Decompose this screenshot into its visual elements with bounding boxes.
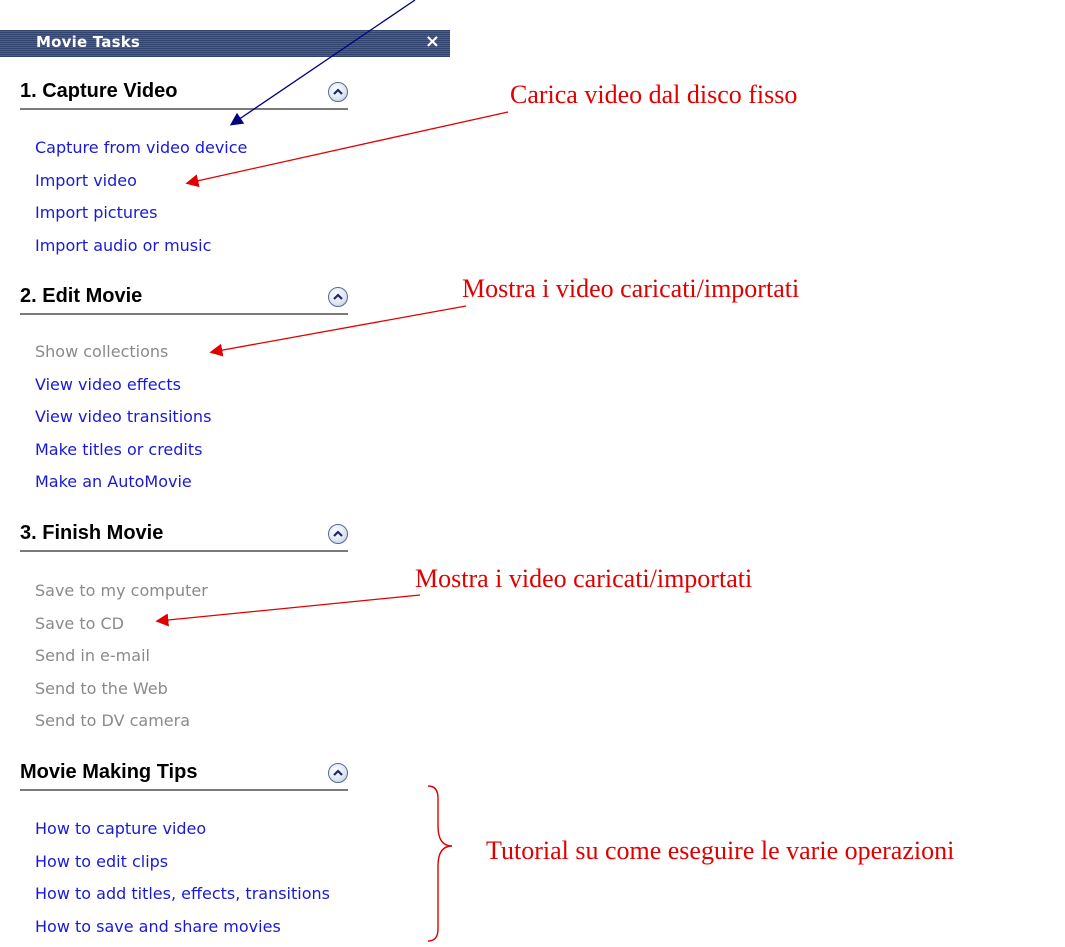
section-title-finish-movie: 3. Finish Movie xyxy=(20,522,164,544)
section-header-finish-movie: 3. Finish Movie xyxy=(20,522,348,552)
section-title-edit-movie: 2. Edit Movie xyxy=(20,285,143,307)
section-header-capture-video: 1. Capture Video xyxy=(20,80,348,110)
link-view-video-transitions[interactable]: View video transitions xyxy=(35,401,211,434)
task-pane-titlebar: Movie Tasks × xyxy=(0,30,450,57)
close-icon[interactable]: × xyxy=(425,31,440,52)
link-import-pictures[interactable]: Import pictures xyxy=(35,197,247,230)
brace-tips xyxy=(427,785,453,942)
link-list-finish-movie: Save to my computer Save to CD Send in e… xyxy=(35,575,208,738)
link-how-to-save-and-share-movies[interactable]: How to save and share movies xyxy=(35,911,330,944)
link-how-to-capture-video[interactable]: How to capture video xyxy=(35,813,330,846)
link-list-edit-movie: Show collections View video effects View… xyxy=(35,336,211,499)
link-send-to-the-web: Send to the Web xyxy=(35,678,168,698)
link-how-to-edit-clips[interactable]: How to edit clips xyxy=(35,846,330,879)
annotation-import-video: Carica video dal disco fisso xyxy=(510,80,798,109)
section-header-edit-movie: 2. Edit Movie xyxy=(20,285,348,315)
link-save-to-cd: Save to CD xyxy=(35,613,124,633)
link-import-video[interactable]: Import video xyxy=(35,165,247,198)
link-capture-from-video-device[interactable]: Capture from video device xyxy=(35,132,247,165)
link-send-to-dv-camera: Send to DV camera xyxy=(35,711,191,730)
annotation-show-collections: Mostra i video caricati/importati xyxy=(462,274,800,303)
task-pane-title: Movie Tasks xyxy=(36,33,140,51)
link-view-video-effects[interactable]: View video effects xyxy=(35,369,211,402)
link-list-movie-making-tips: How to capture video How to edit clips H… xyxy=(35,813,330,943)
chevron-up-icon[interactable] xyxy=(328,524,348,544)
link-save-to-my-computer: Save to my computer xyxy=(35,581,208,600)
link-list-capture-video: Capture from video device Import video I… xyxy=(35,132,247,262)
link-show-collections: Show collections xyxy=(35,342,169,361)
chevron-up-icon[interactable] xyxy=(328,82,348,102)
section-title-capture-video: 1. Capture Video xyxy=(20,80,178,102)
chevron-up-icon[interactable] xyxy=(328,287,348,307)
link-how-to-add-titles-effects-transitions[interactable]: How to add titles, effects, transitions xyxy=(35,878,330,911)
link-import-audio-or-music[interactable]: Import audio or music xyxy=(35,230,247,263)
link-make-titles-or-credits[interactable]: Make titles or credits xyxy=(35,434,211,467)
link-send-in-e-mail: Send in e-mail xyxy=(35,646,150,665)
section-header-movie-making-tips: Movie Making Tips xyxy=(20,761,348,791)
annotation-save-to-cd: Mostra i video caricati/importati xyxy=(415,564,753,593)
link-make-an-automovie[interactable]: Make an AutoMovie xyxy=(35,466,211,499)
section-title-movie-making-tips: Movie Making Tips xyxy=(20,761,198,783)
annotation-tips: Tutorial su come eseguire le varie opera… xyxy=(486,836,955,865)
chevron-up-icon[interactable] xyxy=(328,763,348,783)
